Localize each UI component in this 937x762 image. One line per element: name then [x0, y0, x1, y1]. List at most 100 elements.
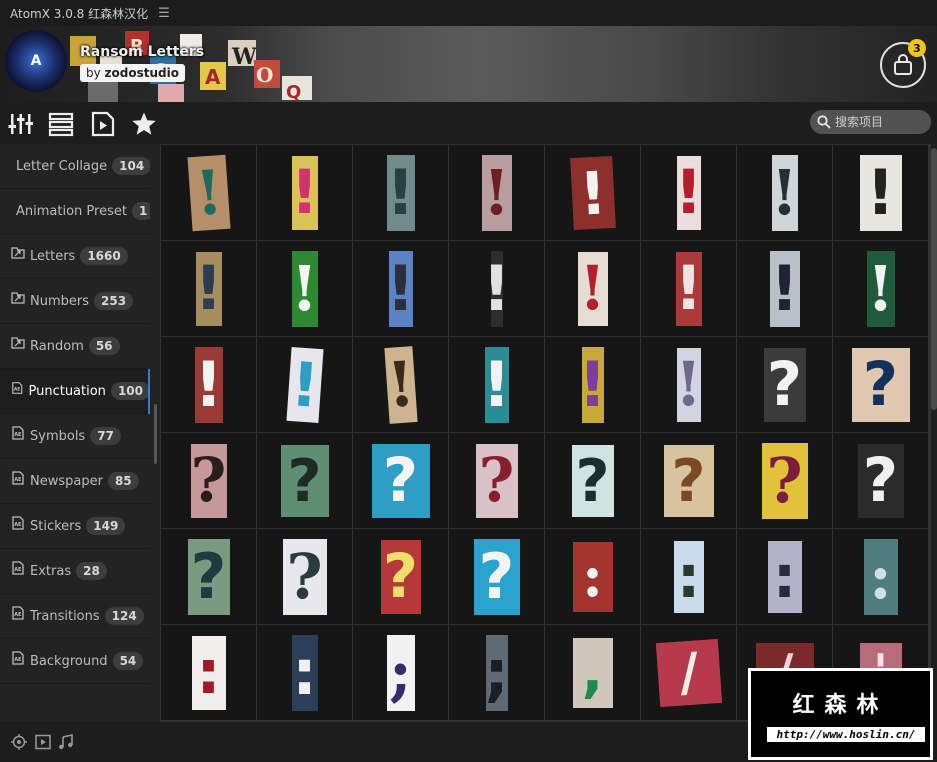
list-icon[interactable]	[48, 111, 74, 137]
target-icon[interactable]	[11, 734, 27, 750]
asset-tile[interactable]: :	[833, 529, 928, 624]
punctuation-cutout: ?	[282, 538, 327, 615]
asset-tile[interactable]: ?	[449, 433, 544, 528]
sidebar-item-label: Stickers	[30, 518, 82, 534]
punctuation-cutout: :	[572, 541, 613, 612]
asset-tile[interactable]: /	[641, 625, 736, 720]
asset-tile[interactable]: !	[449, 145, 544, 240]
asset-tile[interactable]: !	[353, 145, 448, 240]
asset-tile[interactable]: ?	[833, 337, 928, 432]
asset-tile[interactable]: :	[737, 529, 832, 624]
asset-tile[interactable]: ?	[257, 529, 352, 624]
asset-tile[interactable]: !	[833, 241, 928, 336]
asset-tile[interactable]: ,	[545, 625, 640, 720]
punctuation-cutout: ?	[761, 442, 808, 519]
asset-tile[interactable]: ?	[545, 433, 640, 528]
asset-tile[interactable]: !	[161, 241, 256, 336]
punctuation-cutout: ,	[572, 637, 613, 708]
asset-tile[interactable]: ?	[353, 529, 448, 624]
pack-author[interactable]: by zodostudio	[80, 64, 185, 82]
asset-tile[interactable]: !	[257, 241, 352, 336]
asset-tile[interactable]: !	[641, 337, 736, 432]
punctuation-cutout: !	[290, 250, 319, 327]
asset-tile[interactable]: ;	[353, 625, 448, 720]
search-input[interactable]	[835, 115, 925, 129]
punctuation-cutout: !	[569, 155, 616, 230]
sidebar-item-background[interactable]: AE Background 54	[0, 639, 150, 684]
asset-tile[interactable]: !	[161, 337, 256, 432]
punctuation-cutout: !	[866, 250, 895, 327]
star-icon[interactable]	[131, 111, 157, 137]
svg-text:A: A	[205, 65, 221, 89]
asset-tile[interactable]: ?	[161, 433, 256, 528]
sidebar-item-label: Punctuation	[28, 383, 106, 399]
sidebar-item-transitions[interactable]: AE Transitions 124	[0, 594, 150, 639]
asset-tile[interactable]: !	[833, 145, 928, 240]
window-title: AtomX 3.0.8 红森林汉化	[10, 6, 149, 21]
svg-text:Q: Q	[286, 82, 301, 102]
sidebar-item-newspaper[interactable]: AE Newspaper 85	[0, 459, 150, 504]
sidebar-item-punctuation[interactable]: AE Punctuation 100	[0, 369, 150, 414]
asset-tile[interactable]: !	[641, 241, 736, 336]
folder-link-icon	[11, 337, 25, 349]
asset-tile[interactable]: !	[545, 145, 640, 240]
asset-tile[interactable]: :	[161, 625, 256, 720]
asset-tile[interactable]: !	[449, 337, 544, 432]
asset-tile[interactable]: ?	[737, 433, 832, 528]
sliders-icon[interactable]	[8, 111, 34, 137]
asset-grid-viewport: !!!!!!!!!!!!!!!!!!!!!!??????????????::::…	[160, 144, 932, 722]
sidebar-item-count: 253	[94, 292, 134, 310]
asset-tile[interactable]: :	[545, 529, 640, 624]
sidebar-item-animation-preset[interactable]: Animation Preset 1	[0, 189, 150, 234]
sidebar-item-numbers[interactable]: Numbers 253	[0, 279, 150, 324]
asset-tile[interactable]: ?	[449, 529, 544, 624]
asset-tile[interactable]: !	[737, 241, 832, 336]
sidebar-item-letter-collage[interactable]: AELetter Collage104	[0, 144, 150, 189]
punctuation-cutout: !	[482, 250, 511, 327]
play-box-icon[interactable]	[35, 734, 51, 750]
punctuation-cutout: !	[674, 155, 703, 230]
asset-tile[interactable]: :	[257, 625, 352, 720]
toolbar	[0, 102, 937, 144]
punctuation-cutout: !	[186, 154, 231, 231]
sidebar-item-letters[interactable]: Letters 1660	[0, 234, 150, 279]
ae-file-icon: AE	[12, 382, 23, 394]
svg-text:AE: AE	[14, 387, 20, 393]
grid-scrollbar[interactable]	[931, 144, 937, 722]
punctuation-cutout: !	[482, 346, 511, 423]
asset-tile[interactable]: ?	[737, 337, 832, 432]
hamburger-menu-icon[interactable]: ☰	[158, 6, 170, 21]
punctuation-cutout: !	[859, 154, 902, 231]
sidebar-scrollbar[interactable]	[154, 404, 157, 464]
asset-tile[interactable]: ?	[641, 433, 736, 528]
asset-tile[interactable]: !	[257, 337, 352, 432]
asset-tile[interactable]: !	[545, 337, 640, 432]
sidebar-item-extras[interactable]: AE Extras 28	[0, 549, 150, 594]
sidebar-item-label: Transitions	[30, 608, 100, 624]
asset-tile[interactable]: !	[161, 145, 256, 240]
sidebar-item-random[interactable]: Random 56	[0, 324, 150, 369]
svg-text:AE: AE	[14, 477, 22, 483]
asset-tile[interactable]: !	[257, 145, 352, 240]
sidebar-item-symbols[interactable]: AE Symbols 77	[0, 414, 150, 459]
asset-tile[interactable]: ?	[833, 433, 928, 528]
asset-tile[interactable]: !	[545, 241, 640, 336]
asset-tile[interactable]: ?	[161, 529, 256, 624]
asset-tile[interactable]: :	[641, 529, 736, 624]
asset-tile[interactable]: ?	[353, 433, 448, 528]
sidebar-item-count: 77	[90, 427, 121, 445]
asset-tile[interactable]: !	[449, 241, 544, 336]
asset-tile[interactable]: !	[737, 145, 832, 240]
sidebar-item-stickers[interactable]: AE Stickers 149	[0, 504, 150, 549]
asset-tile[interactable]: !	[641, 145, 736, 240]
asset-tile[interactable]: !	[353, 241, 448, 336]
search-box[interactable]	[810, 110, 931, 134]
asset-tile[interactable]: ;	[449, 625, 544, 720]
grid-scrollbar-thumb[interactable]	[931, 148, 937, 410]
music-note-icon[interactable]	[58, 734, 74, 750]
punctuation-cutout: ?	[473, 538, 520, 615]
play-file-icon[interactable]	[90, 111, 116, 137]
asset-tile[interactable]: !	[353, 337, 448, 432]
asset-tile[interactable]: ?	[257, 433, 352, 528]
svg-text:W: W	[231, 44, 257, 70]
